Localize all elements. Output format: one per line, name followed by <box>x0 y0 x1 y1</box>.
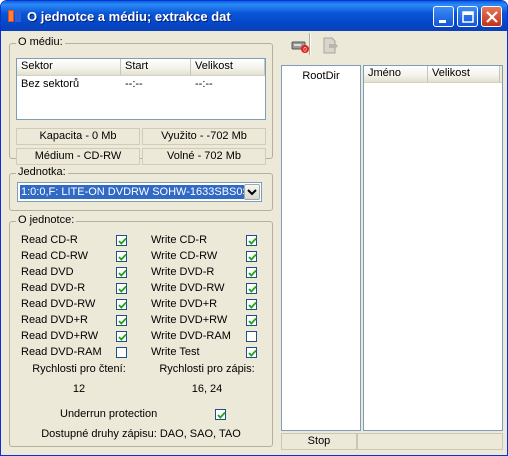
read-capability-checkbox[interactable] <box>116 347 127 358</box>
read-capability-checkbox[interactable] <box>116 267 127 278</box>
file-list-header: Jméno Velikost <box>364 66 502 83</box>
media-group-label: O médiu: <box>16 36 65 48</box>
minimize-icon <box>439 20 446 23</box>
write-capability-checkbox[interactable] <box>246 267 257 278</box>
write-capability-checkbox[interactable] <box>246 235 257 246</box>
maximize-button[interactable] <box>457 6 478 27</box>
sector-list[interactable]: Sektor Start Velikost Bez sektorů --:-- … <box>16 58 266 120</box>
read-capability-checkbox[interactable] <box>116 251 127 262</box>
minimize-button[interactable] <box>433 6 454 27</box>
read-capability-checkbox[interactable] <box>116 331 127 342</box>
read-capability-checkbox[interactable] <box>116 283 127 294</box>
write-capability-label: Write CD-RW <box>151 250 218 262</box>
write-capability-checkbox[interactable] <box>246 283 257 294</box>
sector-cell: Bez sektorů <box>21 78 80 90</box>
chevron-down-icon <box>247 189 257 196</box>
write-speeds-value: 16, 24 <box>191 383 223 395</box>
checkmark-icon <box>217 411 226 419</box>
close-icon <box>486 11 498 23</box>
read-capability-label: Read DVD+RW <box>21 330 99 342</box>
write-capability-checkbox[interactable] <box>246 251 257 262</box>
extract-drive-icon[interactable]: 0 <box>289 35 311 57</box>
write-speeds-label: Rychlosti pro zápis: <box>159 363 255 375</box>
drive-select-dropdown-button[interactable] <box>244 184 260 200</box>
underrun-label: Underrun protection <box>60 408 158 420</box>
read-capability-label: Read CD-R <box>21 234 78 246</box>
write-capability-checkbox[interactable] <box>246 315 257 326</box>
read-speeds-label: Rychlosti pro čtení: <box>32 363 126 375</box>
write-capability-label: Write DVD-RW <box>151 282 225 294</box>
read-capability-checkbox[interactable] <box>116 235 127 246</box>
read-capability-label: Read DVD-RAM <box>21 346 102 358</box>
write-capability-checkbox[interactable] <box>246 331 257 342</box>
column-size[interactable]: Velikost <box>191 59 265 75</box>
maximize-icon <box>462 11 474 23</box>
read-speeds-value: 12 <box>72 383 86 395</box>
drive-select-value: 1:0:0,F: LITE-ON DVDRW SOHW-1633SBS0S <box>20 185 244 199</box>
write-capability-label: Write DVD-R <box>151 266 215 278</box>
start-cell: --:-- <box>125 78 143 90</box>
column-name[interactable]: Jméno <box>364 66 428 82</box>
media-group: O médiu: Sektor Start Velikost Bez sekto… <box>9 36 273 165</box>
write-capability-label: Write Test <box>151 346 200 358</box>
free-label: Volné - 702 Mb <box>142 148 266 165</box>
directory-tree[interactable]: RootDir <box>281 65 361 431</box>
read-capability-label: Read DVD <box>21 266 74 278</box>
read-capability-label: Read DVD-R <box>21 282 86 294</box>
file-list[interactable]: Jméno Velikost <box>363 65 503 431</box>
window-title: O jednotce a médiu; extrakce dat <box>27 9 231 24</box>
write-capability-label: Write DVD+R <box>151 298 218 310</box>
write-modes-label: Dostupné druhy zápisu: DAO, SAO, TAO <box>41 428 241 440</box>
tree-item-rootdir[interactable]: RootDir <box>282 70 360 82</box>
medium-label: Médium - CD-RW <box>16 148 140 165</box>
status-bar <box>357 433 503 450</box>
column-file-size[interactable]: Velikost <box>428 66 500 82</box>
write-capability-checkbox[interactable] <box>246 299 257 310</box>
write-capability-checkbox[interactable] <box>246 347 257 358</box>
drive-select[interactable]: 1:0:0,F: LITE-ON DVDRW SOHW-1633SBS0S <box>17 182 262 202</box>
close-button[interactable] <box>481 6 502 27</box>
read-capability-label: Read CD-RW <box>21 250 89 262</box>
toolbar-separator <box>309 33 311 55</box>
write-capability-label: Write CD-R <box>151 234 208 246</box>
sector-list-header: Sektor Start Velikost <box>17 59 265 76</box>
drive-group-label: Jednotka: <box>16 166 68 178</box>
used-label: Využito - -702 Mb <box>142 128 266 145</box>
read-capability-checkbox[interactable] <box>116 299 127 310</box>
list-item[interactable]: Bez sektorů --:-- --:-- <box>17 77 265 92</box>
write-capability-label: Write DVD+RW <box>151 314 228 326</box>
extract-file-icon[interactable] <box>319 35 341 57</box>
read-capability-label: Read DVD+R <box>21 314 88 326</box>
title-bar[interactable]: O jednotce a médiu; extrakce dat <box>1 1 507 31</box>
size-cell: --:-- <box>195 78 213 90</box>
window: O jednotce a médiu; extrakce dat O médiu… <box>0 0 508 456</box>
underrun-checkbox[interactable] <box>215 409 226 420</box>
read-capability-checkbox[interactable] <box>116 315 127 326</box>
capacity-label: Kapacita - 0 Mb <box>16 128 140 145</box>
client-area: O médiu: Sektor Start Velikost Bez sekto… <box>5 31 505 453</box>
column-start[interactable]: Start <box>121 59 191 75</box>
read-capability-label: Read DVD-RW <box>21 298 96 310</box>
about-drive-group-label: O jednotce: <box>16 214 77 226</box>
write-capability-label: Write DVD-RAM <box>151 330 231 342</box>
column-sector[interactable]: Sektor <box>17 59 121 75</box>
stop-button[interactable]: Stop <box>281 433 357 450</box>
app-icon <box>8 10 21 22</box>
